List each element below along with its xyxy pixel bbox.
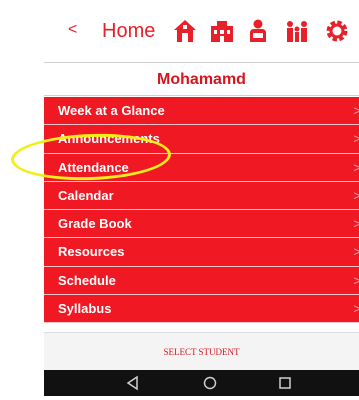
menu-item-label: Grade Book [58,216,132,232]
chevron-right-icon: > [353,103,359,118]
chevron-right-icon: > [353,272,359,288]
menu-item-resources[interactable]: Resources > [44,238,359,267]
top-nav-bar: < Home [44,0,359,62]
back-button[interactable]: < [68,20,77,40]
home-link[interactable]: Home [102,20,155,42]
recents-square-icon[interactable] [276,374,294,392]
menu-list: Week at a Glance > Announcements > Atten… [44,97,359,324]
chevron-right-icon: > [353,301,359,317]
menu-item-syllabus[interactable]: Syllabus > [44,295,359,324]
menu-item-week-at-a-glance[interactable]: Week at a Glance > [44,97,359,126]
student-name-heading: Mohamamd [44,62,359,96]
android-navigation-bar [44,370,359,396]
left-frame [0,0,44,400]
school-icon[interactable] [172,18,198,44]
menu-item-attendance[interactable]: Attendance > [44,153,359,182]
menu-item-label: Calendar [58,187,114,203]
menu-item-schedule[interactable]: Schedule > [44,266,359,296]
gear-icon[interactable] [324,18,350,44]
menu-item-label: Schedule [58,272,116,288]
home-circle-icon[interactable] [201,374,219,392]
chevron-right-icon: > [353,187,359,203]
menu-item-label: Week at a Glance [58,103,165,118]
chevron-right-icon: > [353,131,359,147]
menu-item-grade-book[interactable]: Grade Book > [44,210,359,239]
menu-item-label: Announcements [58,131,160,147]
menu-item-announcements[interactable]: Announcements > [44,125,359,154]
menu-item-calendar[interactable]: Calendar > [44,181,359,211]
menu-item-label: Syllabus [58,301,112,317]
chevron-right-icon: > [353,244,359,260]
chevron-right-icon: > [353,216,359,232]
family-icon[interactable] [284,18,310,44]
bottom-frame [44,396,359,400]
select-student-button[interactable]: SELECT STUDENT [44,333,359,371]
student-icon[interactable] [245,18,271,44]
phone-screen: < Home Mohamamd Week at a Glance > Annou… [44,0,359,396]
building-icon[interactable] [209,18,235,44]
back-triangle-icon[interactable] [124,374,142,392]
select-student-bar: SELECT STUDENT [44,332,359,370]
chevron-right-icon: > [353,159,359,175]
menu-item-label: Resources [58,244,125,260]
menu-item-label: Attendance [58,159,129,175]
